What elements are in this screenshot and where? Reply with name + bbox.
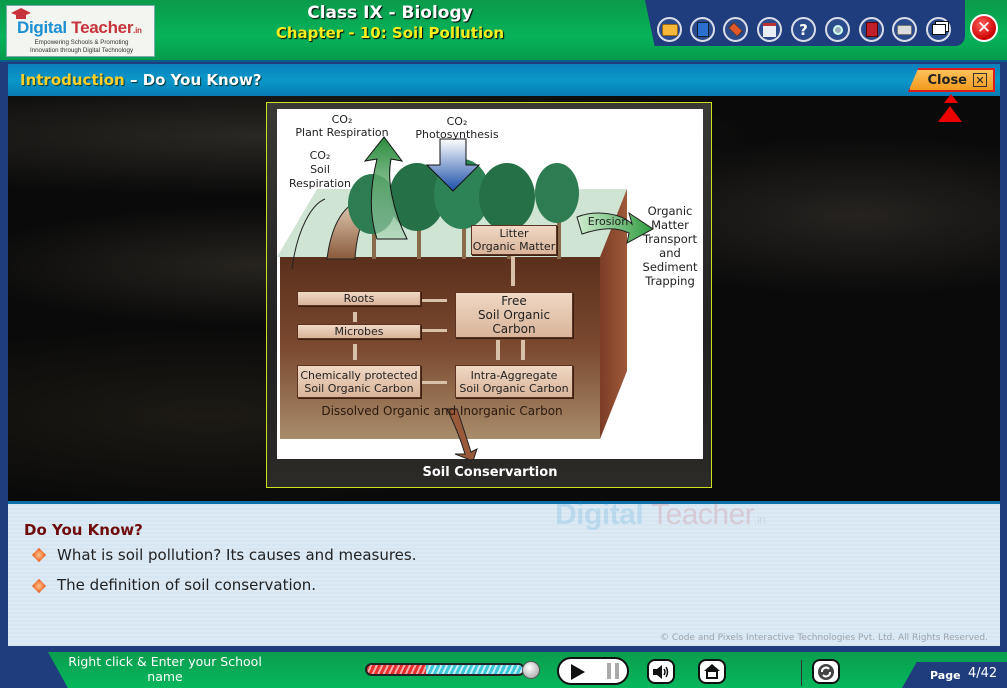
logo-brand-suffix: .in [133, 26, 142, 35]
free-line1: Free [501, 294, 527, 308]
info-panel [8, 501, 1000, 646]
digital-teacher-logo: Digital Teacher.in Empowering Schools & … [6, 5, 155, 57]
box-intra-aggregate: Intra-Aggregate Soil Organic Carbon [455, 365, 573, 398]
watermark-suffix: .in [754, 513, 766, 527]
progress-remaining [426, 665, 523, 674]
transport-line: and [659, 246, 681, 260]
transport-line: Sediment [642, 260, 698, 274]
logo-tagline-1: Empowering Schools & Promoting [34, 39, 129, 46]
refresh-button[interactable] [812, 659, 840, 684]
toolbar-button-open-book[interactable] [892, 17, 917, 42]
toolbar-button-book[interactable] [859, 17, 884, 42]
play-icon [571, 664, 585, 680]
book-icon [865, 22, 878, 37]
footer-divider [801, 660, 802, 686]
section-bar: Introduction – Do You Know? [8, 64, 1000, 96]
watermark-logo: Digital Teacher.in [555, 498, 766, 532]
box-free-soil-organic-carbon: Free Soil Organic Carbon [455, 292, 573, 338]
label-respiration: Respiration [288, 177, 352, 190]
watermark-digital: Digital [555, 498, 644, 531]
label-co2-plant: CO₂ [331, 113, 353, 126]
label-plant-respiration: Plant Respiration [295, 126, 389, 139]
toolbar-button-folder-clock[interactable] [657, 17, 682, 42]
box-litter-organic-matter: Litter Organic Matter [471, 225, 557, 255]
notes-icon [763, 22, 776, 37]
refresh-icon [818, 663, 834, 680]
label-erosion: Erosion [587, 215, 629, 228]
info-bullet-text: The definition of soil conservation. [57, 576, 317, 594]
chem-line2: Soil Organic Carbon [304, 381, 414, 395]
chapter-title: Chapter - 10: Soil Pollution [275, 24, 505, 42]
window-resize-icon [931, 24, 946, 35]
label-photosynthesis: Photosynthesis [415, 128, 499, 141]
pointer-arrow-small-icon [944, 94, 958, 103]
label-soil: Soil [310, 163, 330, 176]
box-microbes: Microbes [297, 324, 421, 339]
exit-button[interactable]: ✕ [970, 14, 998, 42]
page-label: Page [930, 669, 961, 682]
folder-clock-icon [661, 23, 678, 36]
close-button[interactable]: Close ✕ [908, 68, 995, 92]
speaker-icon [653, 664, 669, 679]
copyright-text: © Code and Pixels Interactive Technologi… [660, 633, 988, 643]
toolbar-button-help[interactable]: ? [791, 17, 816, 42]
chem-line1: Chemically protected [300, 368, 418, 382]
transport-line: Transport [643, 232, 697, 246]
litter-line1: Litter [499, 227, 529, 240]
intra-line2: Soil Organic Carbon [459, 381, 569, 395]
box-roots: Roots [297, 291, 421, 306]
info-heading: Do You Know? [24, 521, 143, 539]
label-transport: Organic Matter Transport and Sediment Tr… [637, 205, 703, 288]
watermark-teacher: Teacher [651, 498, 755, 531]
figure-caption: Soil Conservartion [422, 465, 558, 480]
logo-brand-digital: Digital [17, 18, 67, 37]
volume-button[interactable] [647, 659, 675, 684]
label-co2-photosynthesis: CO₂ [446, 115, 468, 128]
home-icon [704, 664, 720, 679]
section-title-rest: – Do You Know? [124, 71, 262, 89]
logo-brand-teacher: Teacher [71, 18, 134, 37]
play-pause-button[interactable] [557, 657, 629, 685]
zoom-search-icon [832, 24, 843, 35]
notebook-icon [696, 22, 709, 37]
pointer-arrow-icon [938, 106, 962, 122]
figure-frame: CO₂ Plant Respiration CO₂ Photosynthesis… [266, 102, 712, 488]
section-title-highlight: Introduction [20, 71, 125, 89]
label-dissolved-carbon: Dissolved Organic and Inorganic Carbon [321, 404, 563, 418]
toolbar-button-drawing-board[interactable] [723, 17, 748, 42]
logo-brand: Digital Teacher.in [17, 18, 142, 38]
app-window: Digital Teacher.in Empowering Schools & … [0, 0, 1007, 688]
toolbar-button-notebook[interactable] [690, 17, 715, 42]
toolbar-button-notes[interactable] [757, 17, 782, 42]
soil-carbon-diagram: CO₂ Plant Respiration CO₂ Photosynthesis… [277, 109, 703, 459]
intra-line1: Intra-Aggregate [470, 368, 558, 382]
toolbar-button-window-resize[interactable] [926, 17, 951, 42]
section-title: Introduction – Do You Know? [20, 71, 262, 89]
school-name-field[interactable]: Right click & Enter your School name [58, 654, 272, 684]
exit-icon: ✕ [976, 18, 992, 38]
toolbar-button-zoom[interactable] [825, 17, 850, 42]
info-bullet-text: What is soil pollution? Its causes and m… [57, 546, 417, 564]
help-icon: ? [799, 20, 808, 39]
pause-icon [607, 663, 619, 679]
header-bar: Digital Teacher.in Empowering Schools & … [0, 0, 1007, 62]
transport-line: Trapping [645, 274, 695, 288]
close-icon: ✕ [973, 73, 987, 87]
box-chemically-protected: Chemically protected Soil Organic Carbon [297, 365, 421, 398]
close-glyph: ✕ [975, 73, 985, 87]
progress-slider-knob[interactable] [522, 661, 540, 679]
drawing-board-icon [728, 22, 743, 37]
home-button[interactable] [698, 659, 726, 684]
label-co2-soil: CO₂ [309, 149, 331, 162]
open-book-icon [897, 24, 912, 35]
transport-line: Matter [651, 218, 689, 232]
page-number: 4/42 [968, 666, 998, 681]
transport-line: Organic [647, 204, 693, 218]
logo-tagline-2: Innovation through Digital Technology [29, 47, 134, 54]
close-label: Close [927, 72, 967, 88]
audio-progress-bar[interactable] [365, 663, 525, 676]
class-title: Class IX - Biology [307, 3, 473, 23]
free-line2: Soil Organic Carbon [477, 308, 551, 336]
litter-line2: Organic Matter [472, 240, 556, 253]
